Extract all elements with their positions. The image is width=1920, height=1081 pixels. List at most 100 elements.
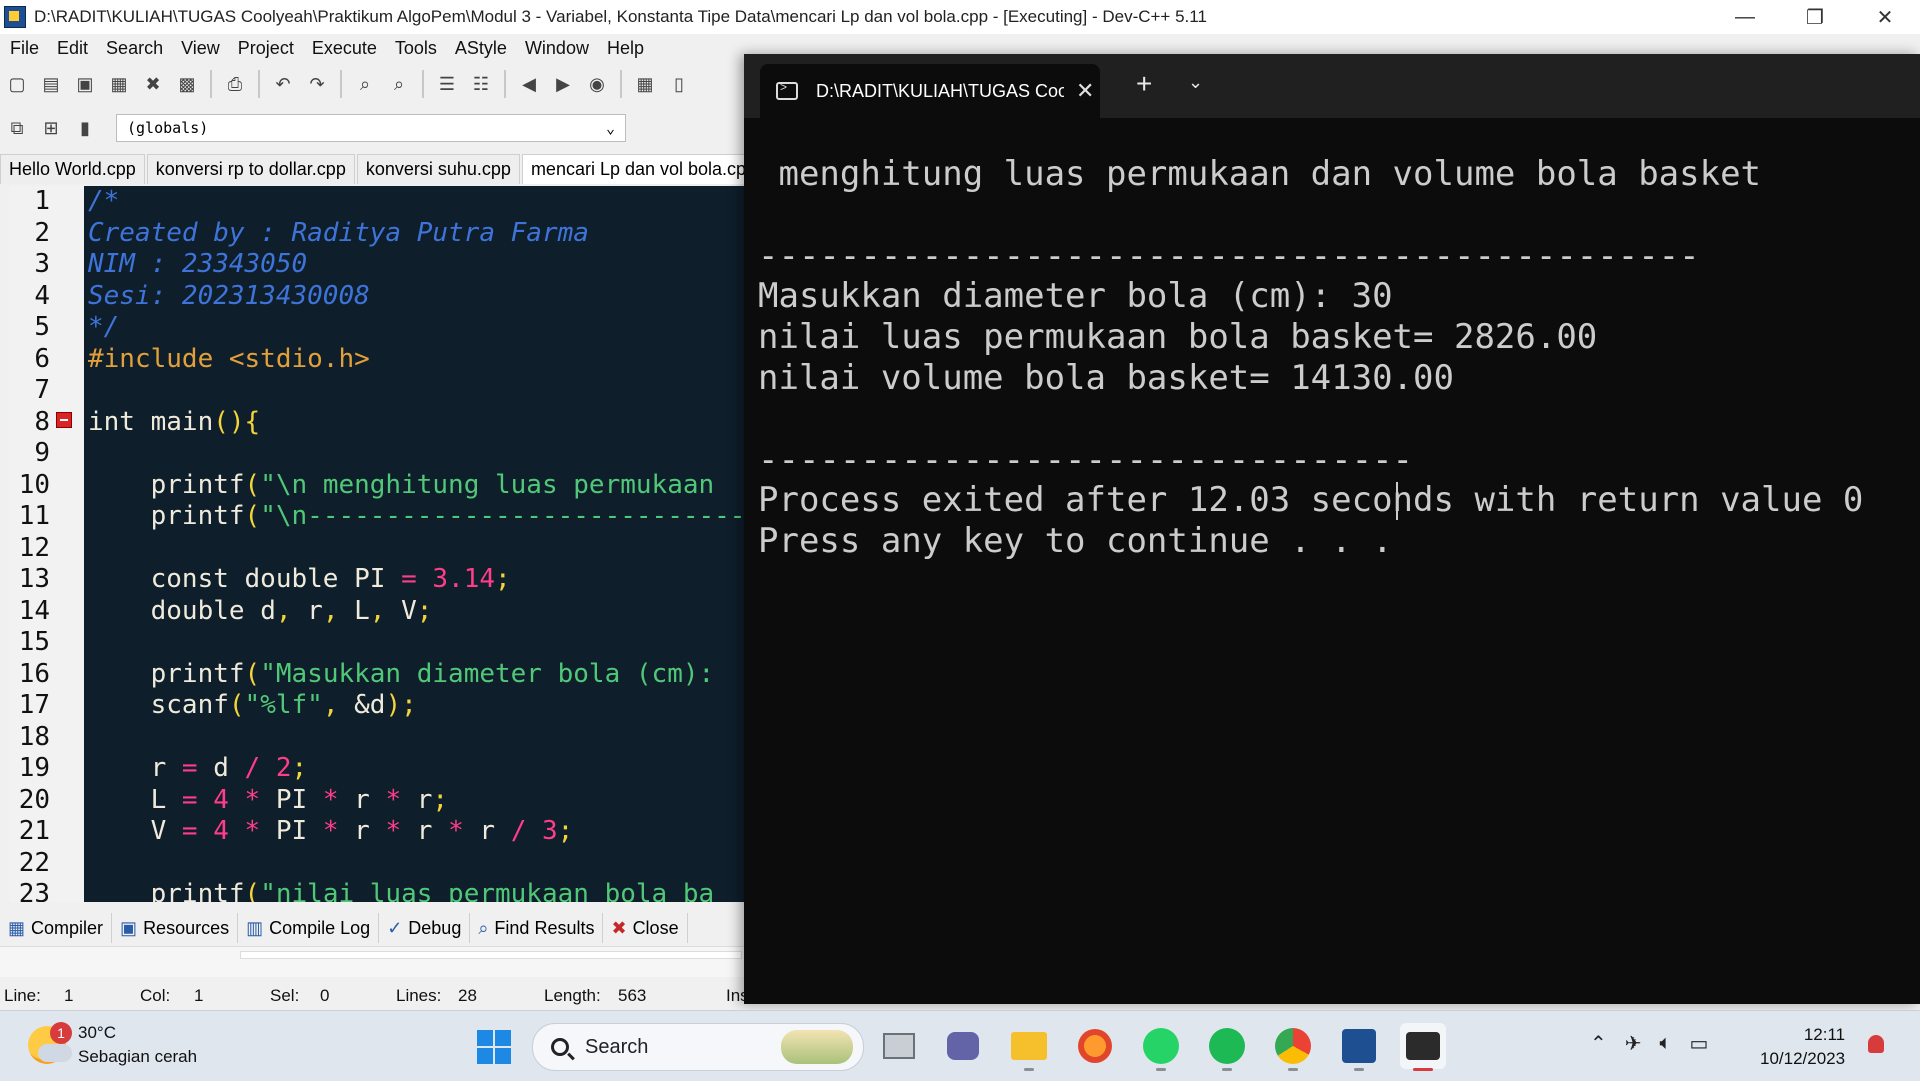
fold-collapse-icon[interactable] [56, 412, 72, 428]
terminal-tab-close-button[interactable]: ✕ [1076, 78, 1094, 104]
code-token: V [385, 595, 417, 626]
tab-compiler[interactable]: ▦ Compiler [0, 913, 113, 943]
airplane-icon[interactable]: ✈ [1625, 1031, 1642, 1056]
clock[interactable]: 12:11 10/12/2023 [1760, 1023, 1845, 1071]
taskbar-search[interactable]: Search [532, 1023, 864, 1071]
project-add-icon[interactable]: ⊞ [37, 114, 65, 142]
print-icon[interactable]: ⎙ [221, 70, 249, 98]
project-toolbar: ⧉ ⊞ ▮ (globals) ⌄ [0, 108, 760, 148]
tab-konversi-rp[interactable]: konversi rp to dollar.cpp [146, 154, 355, 184]
tab-close[interactable]: ✖ Close [603, 913, 688, 943]
minimize-button[interactable]: — [1710, 0, 1780, 34]
new-file-icon[interactable]: ▢ [3, 70, 31, 98]
code-editor[interactable]: 1 2 3 4 5 6 7 8 9 10 11 12 13 14 15 16 17 18 19 20 21 22 23 /*… [10, 186, 760, 902]
terminal-line: Masukkan diameter bola (cm): 30 [758, 276, 1393, 317]
tab-find-results[interactable]: ⌕ Find Results [470, 913, 604, 943]
replace-icon[interactable]: ⌕ [385, 70, 413, 98]
volume-icon[interactable]: 🔈︎ [1660, 1032, 1672, 1055]
code-token: r [401, 816, 449, 846]
grid-view-icon[interactable]: ▦ [631, 70, 659, 98]
line-number: 7 [34, 375, 50, 405]
menu-help[interactable]: Help [597, 38, 652, 59]
close-all-icon[interactable]: ▩ [173, 70, 201, 98]
unindent-icon[interactable]: ☷ [467, 70, 495, 98]
menu-tools[interactable]: Tools [385, 38, 445, 59]
goto-back-icon[interactable]: ◀ [515, 70, 543, 98]
code-token: PI [338, 564, 402, 594]
close-window-button[interactable]: ✕ [1850, 0, 1920, 34]
devcpp-taskbar-icon[interactable] [1336, 1023, 1382, 1071]
chevron-up-icon[interactable]: ⌃ [1590, 1031, 1607, 1056]
code-token: , [275, 595, 292, 626]
code-token: printf [88, 501, 245, 531]
code-line: int main(){ [88, 407, 260, 439]
bookmark-icon[interactable]: ◉ [583, 70, 611, 98]
code-token: , [322, 595, 339, 626]
tab-resources[interactable]: ▣ Resources [112, 913, 239, 943]
menu-project[interactable]: Project [228, 38, 302, 59]
code-token: ; [291, 753, 308, 783]
terminal-taskbar-icon[interactable] [1400, 1023, 1446, 1071]
terminal-window[interactable]: D:\RADIT\KULIAH\TUGAS Coolyeah\Praktikum… [744, 54, 1920, 1004]
project-new-icon[interactable]: ⧉ [3, 114, 31, 142]
spotify-icon[interactable] [1204, 1023, 1250, 1071]
project-remove-icon[interactable]: ▮ [71, 114, 99, 142]
notification-bell-icon[interactable] [1868, 1035, 1884, 1053]
menu-edit[interactable]: Edit [47, 38, 96, 59]
tab-mencari-lp[interactable]: mencari Lp dan vol bola.cpp [521, 154, 766, 184]
code-token: "Masukkan diameter bola (cm): [260, 658, 715, 689]
chrome-icon[interactable] [1270, 1023, 1316, 1071]
code-token: V [88, 816, 182, 846]
task-view-icon[interactable] [876, 1023, 922, 1069]
indent-icon[interactable]: ☰ [433, 70, 461, 98]
search-label: Search [585, 1035, 649, 1058]
line-number: 19 [18, 753, 50, 783]
window-icon[interactable]: ▯ [665, 70, 693, 98]
tab-hello-world[interactable]: Hello World.cpp [0, 154, 145, 184]
menu-view[interactable]: View [171, 38, 228, 59]
find-icon[interactable]: ⌕ [351, 70, 379, 98]
code-line: Sesi: 202313430008 [88, 281, 370, 313]
battery-icon[interactable]: ▭ [1690, 1031, 1709, 1056]
undo-icon[interactable]: ↶ [269, 70, 297, 98]
start-button[interactable] [476, 1029, 512, 1065]
open-file-icon[interactable]: ▤ [37, 70, 65, 98]
class-browser-select[interactable]: (globals) ⌄ [116, 114, 626, 142]
save-icon[interactable]: ▣ [71, 70, 99, 98]
compiler-icon: ▦ [8, 917, 26, 938]
redo-icon[interactable]: ↷ [303, 70, 331, 98]
code-token: const double [88, 564, 339, 594]
menu-astyle[interactable]: AStyle [445, 38, 515, 59]
save-all-icon[interactable]: ▦ [105, 70, 133, 98]
firefox-icon[interactable] [1072, 1023, 1118, 1069]
weather-widget[interactable]: 1 30°C Sebagian cerah [28, 1021, 197, 1069]
toolbar-separator [340, 70, 342, 98]
menu-window[interactable]: Window [515, 38, 597, 59]
menu-execute[interactable]: Execute [302, 38, 385, 59]
code-token: = [181, 753, 198, 783]
restore-button[interactable]: ❐ [1780, 0, 1850, 34]
tab-konversi-suhu[interactable]: konversi suhu.cpp [356, 154, 520, 184]
line-number: 22 [18, 847, 50, 878]
menu-file[interactable]: File [0, 38, 47, 59]
teams-icon[interactable] [940, 1023, 986, 1069]
code-token: = [181, 784, 198, 815]
code-token: ( [244, 658, 261, 689]
new-tab-button[interactable]: + [1136, 68, 1152, 100]
tab-compile-log[interactable]: ▥ Compile Log [238, 913, 380, 943]
log-input[interactable] [240, 951, 742, 959]
weather-icon: 1 [28, 1022, 72, 1064]
tab-debug[interactable]: ✓ Debug [379, 913, 471, 943]
code-token: * [385, 816, 402, 846]
whatsapp-icon[interactable] [1138, 1023, 1184, 1071]
menu-search[interactable]: Search [96, 38, 171, 59]
code-token: / [244, 753, 261, 783]
terminal-tab[interactable]: D:\RADIT\KULIAH\TUGAS Coolyeah\Praktikum… [760, 64, 1100, 118]
line-number: 10 [18, 469, 50, 500]
file-explorer-icon[interactable] [1006, 1023, 1052, 1071]
line-number: 14 [18, 595, 50, 626]
search-icon [551, 1038, 569, 1056]
tab-dropdown-button[interactable]: ⌄ [1188, 72, 1203, 93]
close-file-icon[interactable]: ✖ [139, 70, 167, 98]
goto-forward-icon[interactable]: ▶ [549, 70, 577, 98]
